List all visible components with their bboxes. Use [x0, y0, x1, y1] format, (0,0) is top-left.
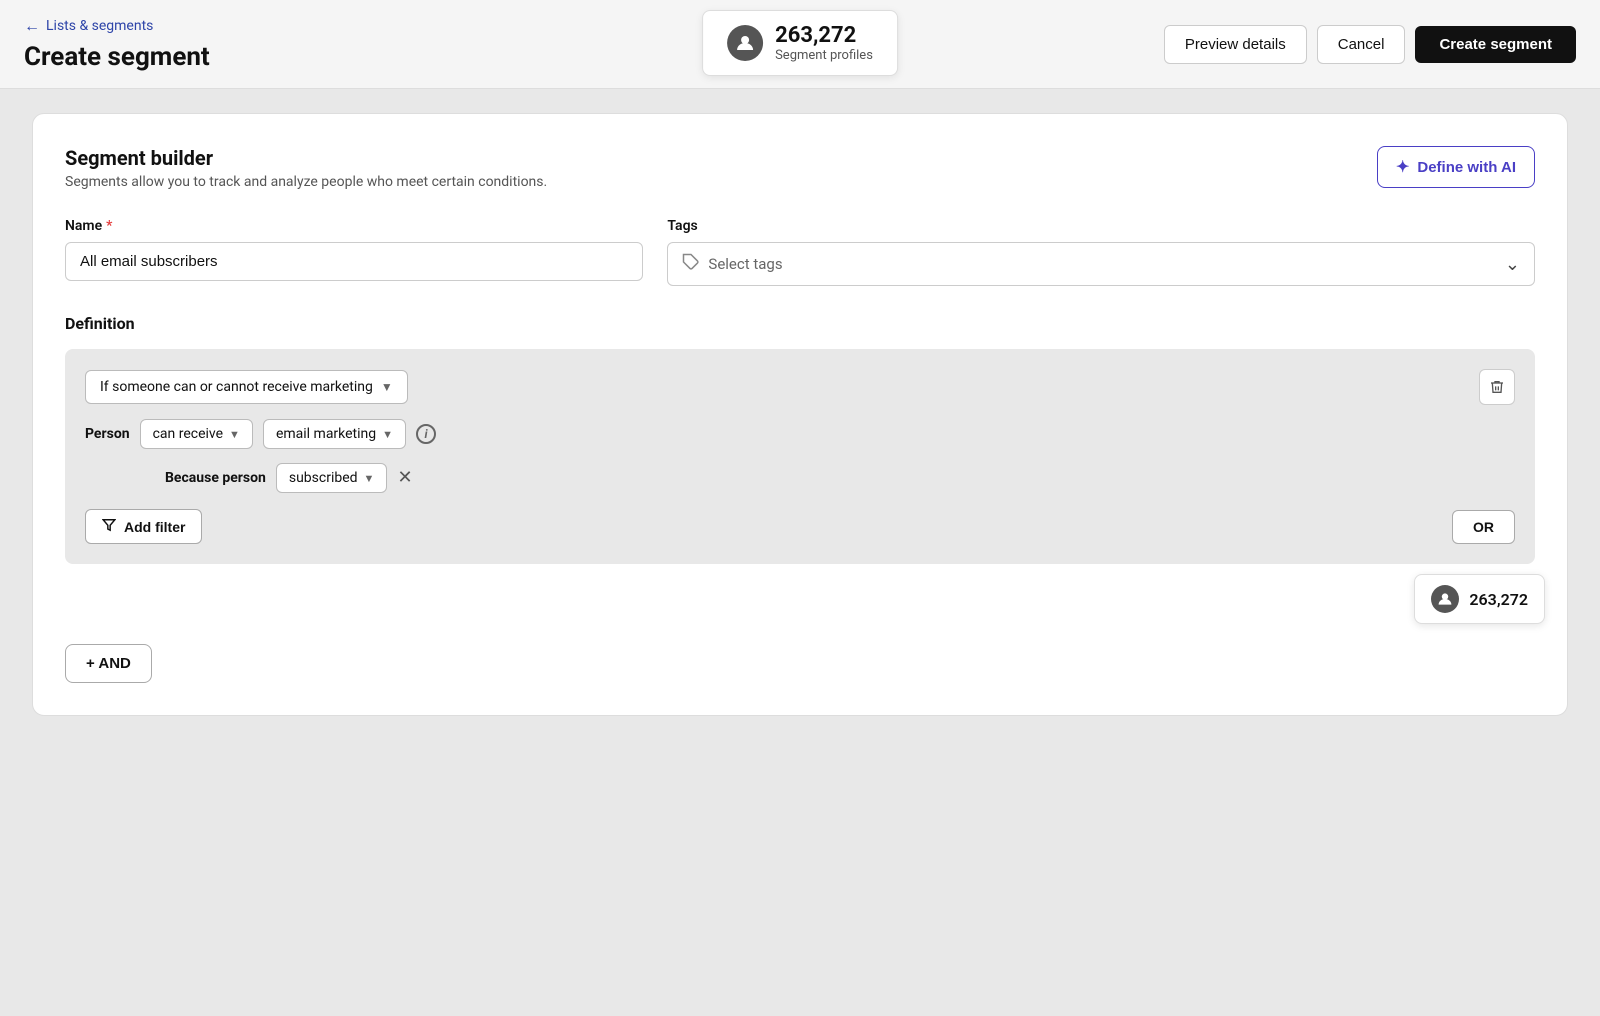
can-receive-arrow-icon: ▼: [229, 428, 240, 441]
or-count-bubble: 263,272: [1414, 574, 1545, 624]
badge-info: 263,272 Segment profiles: [775, 23, 873, 63]
page-title: Create segment: [24, 42, 210, 72]
or-button[interactable]: OR: [1452, 510, 1515, 544]
create-segment-button[interactable]: Create segment: [1415, 26, 1576, 63]
badge-count: 263,272: [775, 23, 873, 48]
add-filter-button[interactable]: Add filter: [85, 509, 202, 544]
tags-placeholder-text: Select tags: [708, 255, 782, 273]
builder-header: Segment builder Segments allow you to tr…: [65, 146, 1535, 190]
remove-because-button[interactable]: ✕: [397, 469, 412, 487]
because-row: Because person subscribed ▼ ✕: [165, 463, 1515, 493]
subscribed-select[interactable]: subscribed ▼: [276, 463, 388, 493]
builder-subtitle: Segments allow you to track and analyze …: [65, 174, 547, 190]
chevron-down-icon: ⌄: [1505, 254, 1520, 275]
definition-section: Definition If someone can or cannot rece…: [65, 314, 1535, 683]
back-link-text: Lists & segments: [46, 18, 153, 34]
builder-card: Segment builder Segments allow you to tr…: [32, 113, 1568, 716]
name-group: Name *: [65, 218, 643, 286]
condition-row-1: If someone can or cannot receive marketi…: [85, 369, 1515, 405]
email-marketing-select[interactable]: email marketing ▼: [263, 419, 406, 449]
because-label: Because person: [165, 470, 266, 486]
person-row: Person can receive ▼ email marketing ▼ i: [85, 419, 1515, 449]
builder-title: Segment builder: [65, 146, 547, 170]
filter-icon: [102, 518, 116, 535]
cancel-button[interactable]: Cancel: [1317, 25, 1406, 64]
person-label: Person: [85, 426, 130, 442]
condition-dropdown-label: If someone can or cannot receive marketi…: [100, 379, 373, 395]
or-count-value: 263,272: [1469, 590, 1528, 609]
info-icon[interactable]: i: [416, 424, 436, 444]
main-content: Segment builder Segments allow you to tr…: [0, 89, 1600, 740]
define-ai-label: Define with AI: [1417, 159, 1516, 176]
can-receive-label: can receive: [153, 426, 223, 442]
tag-icon: [682, 253, 700, 275]
tags-select[interactable]: Select tags ⌄: [667, 242, 1535, 286]
subscribed-arrow-icon: ▼: [364, 472, 375, 485]
top-bar-left: ← Lists & segments Create segment: [24, 16, 210, 72]
segment-profiles-badge: 263,272 Segment profiles: [702, 10, 898, 76]
define-with-ai-button[interactable]: ✦ Define with AI: [1377, 146, 1535, 188]
ai-sparkle-icon: ✦: [1396, 157, 1409, 177]
back-link[interactable]: ← Lists & segments: [24, 16, 210, 36]
or-profile-icon: [1431, 585, 1459, 613]
add-filter-label: Add filter: [124, 519, 185, 535]
dropdown-arrow-icon: ▼: [381, 380, 393, 394]
and-row: + AND: [65, 644, 1535, 683]
and-button[interactable]: + AND: [65, 644, 152, 683]
form-row: Name * Tags Select tags: [65, 218, 1535, 286]
email-marketing-label: email marketing: [276, 426, 376, 442]
top-bar: ← Lists & segments Create segment 263,27…: [0, 0, 1600, 89]
tags-label: Tags: [667, 218, 1535, 234]
tags-group: Tags Select tags ⌄: [667, 218, 1535, 286]
condition-block: If someone can or cannot receive marketi…: [65, 349, 1535, 564]
back-arrow-icon: ←: [24, 16, 40, 36]
can-receive-select[interactable]: can receive ▼: [140, 419, 253, 449]
delete-condition-button[interactable]: [1479, 369, 1515, 405]
action-row: Add filter OR: [85, 509, 1515, 544]
condition-type-dropdown[interactable]: If someone can or cannot receive marketi…: [85, 370, 408, 404]
top-bar-actions: Preview details Cancel Create segment: [1164, 25, 1576, 64]
builder-title-group: Segment builder Segments allow you to tr…: [65, 146, 547, 190]
preview-details-button[interactable]: Preview details: [1164, 25, 1307, 64]
subscribed-label: subscribed: [289, 470, 358, 486]
email-marketing-arrow-icon: ▼: [382, 428, 393, 441]
definition-label: Definition: [65, 314, 1535, 333]
name-label: Name *: [65, 218, 643, 234]
required-indicator: *: [106, 218, 112, 234]
badge-label: Segment profiles: [775, 48, 873, 63]
name-input[interactable]: [65, 242, 643, 281]
profile-icon: [727, 25, 763, 61]
